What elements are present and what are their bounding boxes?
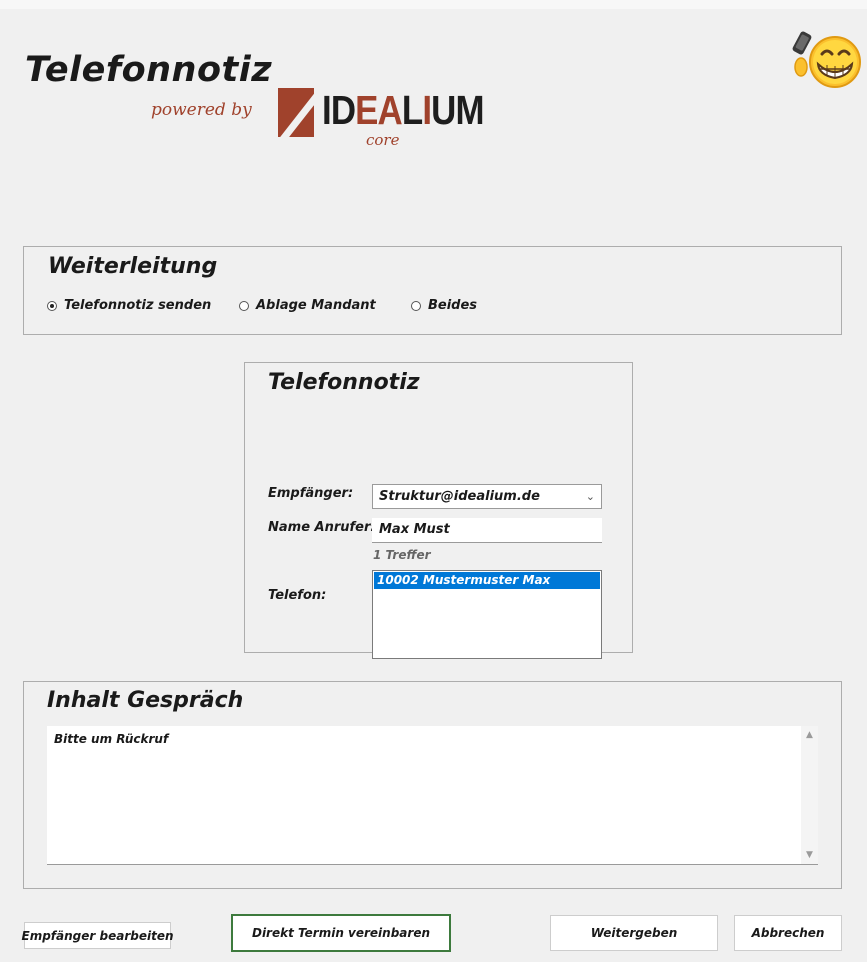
logo-subtitle: core [366,131,400,149]
scroll-down-icon[interactable]: ▼ [801,850,818,860]
logo-mark-icon [278,88,314,137]
hand-icon [794,57,808,77]
edit-recipients-button[interactable]: Empfänger bearbeiten [22,922,174,949]
inhalt-textarea[interactable]: Bitte um Rückruf ▲ ▼ [47,726,818,865]
smiley-phone-icon [792,31,861,88]
hit-count: 1 Treffer [373,548,431,562]
inhalt-text: Bitte um Rückruf [54,732,169,746]
radio-telefonnotiz-senden[interactable]: Telefonnotiz senden [47,298,211,313]
inhalt-title: Inhalt Gespräch [47,688,244,713]
title-strip [0,0,867,9]
name-anrufer-label: Name Anrufer: [268,520,376,535]
scroll-up-icon[interactable]: ▲ [801,730,818,740]
telefonnotiz-title: Telefonnotiz [268,370,420,395]
radio-ablage-mandant[interactable]: Ablage Mandant [239,298,376,313]
empfaenger-value: Struktur@idealium.de [379,489,540,504]
radio-button[interactable] [411,300,421,311]
forward-button[interactable]: Weitergeben [550,915,718,951]
radio-label: Beides [428,298,478,313]
radio-beides[interactable]: Beides [411,298,477,313]
scrollbar[interactable]: ▲ ▼ [801,726,818,864]
idealium-logo: IDEALIUM core [278,86,485,152]
powered-by-text: powered by [151,100,252,120]
radio-button[interactable] [239,300,249,311]
chevron-down-icon[interactable]: ⌄ [586,485,595,508]
logo-wordmark: IDEALIUM [322,87,485,133]
radio-button-checked[interactable] [47,300,57,311]
app-title: Telefonnotiz [25,50,273,90]
phone-icon [792,31,812,55]
name-anrufer-input[interactable]: Max Must [372,518,602,543]
radio-label: Ablage Mandant [256,298,376,313]
schedule-appointment-button[interactable]: Direkt Termin vereinbaren [231,914,451,952]
weiterleitung-title: Weiterleitung [48,254,218,279]
empfaenger-select[interactable]: Struktur@idealium.de ⌄ [372,484,602,509]
telefon-listbox[interactable]: 10002 Mustermuster Max [372,570,602,659]
cancel-button[interactable]: Abbrechen [734,915,842,951]
empfaenger-label: Empfänger: [268,486,354,501]
telefon-label: Telefon: [268,588,327,603]
radio-label: Telefonnotiz senden [64,298,212,313]
list-item[interactable]: 10002 Mustermuster Max [374,572,600,589]
